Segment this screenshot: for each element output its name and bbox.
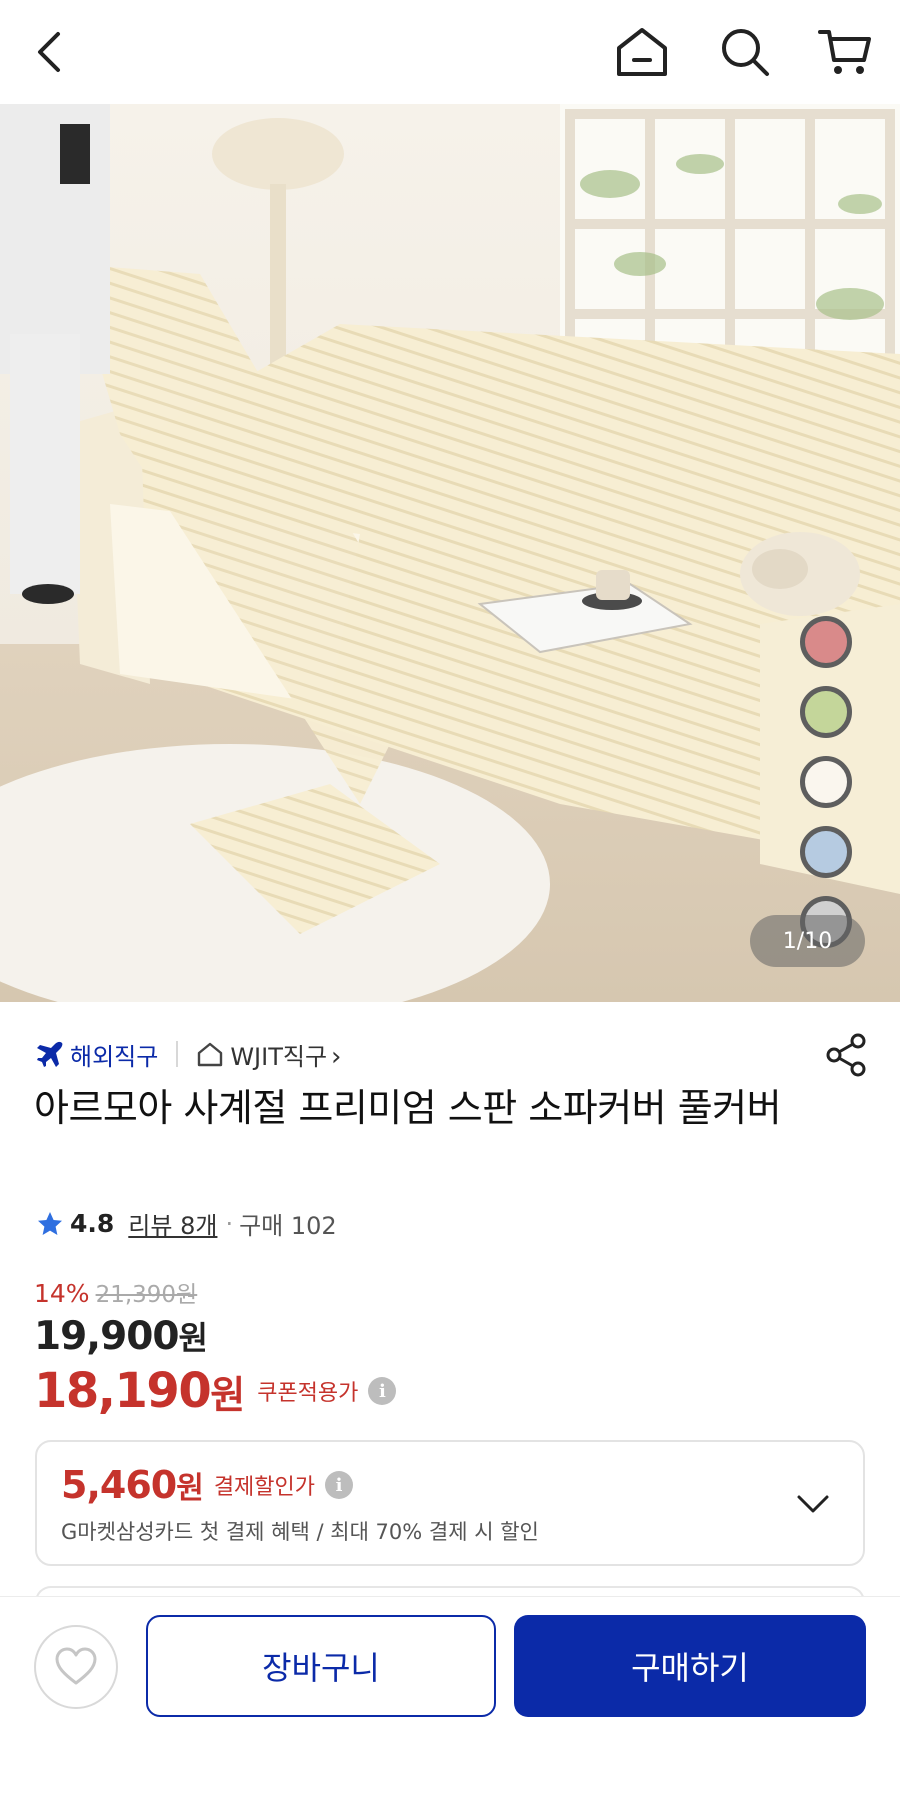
seller-row: 해외직구 WJIT직구 › bbox=[36, 1036, 341, 1072]
heart-icon bbox=[55, 1647, 97, 1685]
cart-button[interactable] bbox=[815, 22, 875, 82]
coupon-price-unit: 원 bbox=[210, 1372, 246, 1417]
star-icon bbox=[38, 1211, 62, 1235]
share-button[interactable] bbox=[824, 1032, 870, 1078]
color-swatch-ivory[interactable] bbox=[800, 756, 852, 808]
discount-rate: 14% bbox=[34, 1279, 90, 1308]
payment-discount-card[interactable]: 5,460 원 결제할인가 i G마켓삼성카드 첫 결제 혜택 / 최대 70%… bbox=[35, 1440, 865, 1566]
color-swatch-pink[interactable] bbox=[800, 616, 852, 668]
rating-row: 4.8 리뷰 8개 · 구매 102 bbox=[36, 1206, 337, 1241]
store-chevron-icon: › bbox=[331, 1041, 342, 1072]
buy-now-button[interactable]: 구매하기 bbox=[514, 1615, 866, 1717]
coupon-price-value: 18,190 bbox=[34, 1363, 212, 1419]
divider bbox=[176, 1041, 179, 1067]
chevron-down-icon bbox=[797, 1495, 829, 1513]
coupon-info-icon[interactable]: i bbox=[368, 1377, 397, 1405]
search-button[interactable] bbox=[715, 22, 775, 82]
rating-score: 4.8 bbox=[70, 1209, 115, 1238]
bottom-action-bar: 장바구니 구매하기 bbox=[0, 1596, 900, 1809]
home-icon bbox=[617, 28, 667, 76]
original-price: 21,390원 bbox=[95, 1282, 198, 1308]
share-icon bbox=[826, 1033, 866, 1077]
coupon-price-label: 쿠폰적용가 bbox=[257, 1381, 359, 1406]
add-to-cart-label: 장바구니 bbox=[262, 1649, 380, 1687]
color-swatch-green[interactable] bbox=[800, 686, 852, 738]
color-swatch-blue[interactable] bbox=[800, 826, 852, 878]
review-count-link[interactable]: 리뷰 8개 bbox=[128, 1206, 217, 1241]
store-icon bbox=[198, 1042, 223, 1067]
sofa-cover-product-photo bbox=[0, 104, 900, 1002]
rating-separator: · bbox=[225, 1209, 234, 1238]
back-button[interactable] bbox=[20, 22, 80, 82]
home-button[interactable] bbox=[612, 22, 672, 82]
sale-price-unit: 원 bbox=[178, 1319, 208, 1357]
cart-icon bbox=[818, 30, 871, 74]
add-to-cart-button[interactable]: 장바구니 bbox=[146, 1615, 496, 1717]
product-image-gallery[interactable] bbox=[0, 104, 900, 1002]
payment-discount-label: 결제할인가 bbox=[213, 1475, 316, 1500]
airplane-icon bbox=[37, 1041, 63, 1067]
sale-price-value: 19,900 bbox=[34, 1314, 179, 1359]
payment-discount-description: G마켓삼성카드 첫 결제 혜택 / 최대 70% 결제 시 할인 bbox=[61, 1520, 539, 1544]
payment-discount-value: 5,460 bbox=[61, 1463, 177, 1507]
wishlist-button[interactable] bbox=[34, 1625, 118, 1709]
back-arrow-icon bbox=[38, 32, 60, 72]
payment-info-icon[interactable]: i bbox=[325, 1471, 354, 1499]
overseas-direct-badge[interactable]: 해외직구 bbox=[70, 1037, 158, 1072]
purchase-count: 구매 102 bbox=[239, 1212, 337, 1240]
search-icon bbox=[722, 29, 769, 76]
buy-now-label: 구매하기 bbox=[631, 1649, 749, 1687]
top-navigation-bar bbox=[0, 0, 900, 104]
store-name: WJIT직구 bbox=[230, 1042, 328, 1071]
image-page-counter: 1/10 bbox=[750, 915, 865, 967]
store-link[interactable]: WJIT직구 › bbox=[230, 1037, 341, 1072]
product-title: 아르모아 사계절 프리미엄 스판 소파커버 풀커버 bbox=[34, 1086, 782, 1130]
payment-discount-unit: 원 bbox=[176, 1471, 204, 1506]
price-block: 14% 21,390원 19,900 원 18,190 원 쿠폰적용가 i bbox=[34, 1275, 397, 1419]
